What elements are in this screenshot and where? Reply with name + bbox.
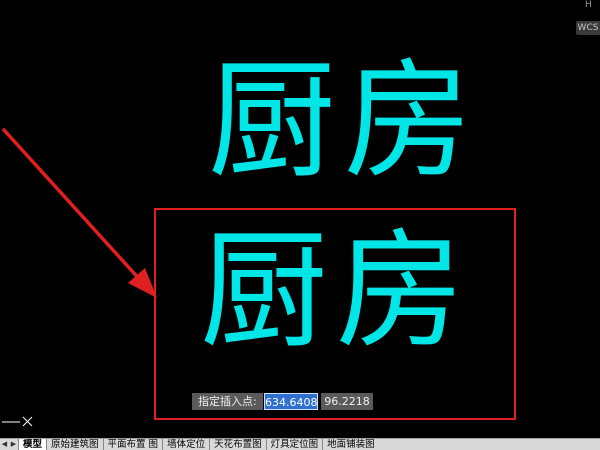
tab-lighting-positioning[interactable]: 灯具定位图 bbox=[265, 439, 323, 450]
tab-scroll-right-icon[interactable]: ▶ bbox=[9, 439, 18, 450]
tab-original-building[interactable]: 原始建筑图 bbox=[46, 439, 103, 450]
drawing-canvas[interactable]: H WCS 厨房 厨房 指定插入点: 634.6408 96.2218 bbox=[0, 0, 600, 438]
layout-tab-bar: ◀ ▶ 模型 原始建筑图 平面布置 图 墙体定位 天花布置图 灯具定位图 地面铺… bbox=[0, 438, 600, 450]
tab-ceiling-plan[interactable]: 天花布置图 bbox=[209, 439, 266, 450]
tab-model[interactable]: 模型 bbox=[18, 439, 47, 450]
dynamic-input-prompt: 指定插入点: bbox=[192, 393, 263, 410]
tab-floor-plan[interactable]: 平面布置 图 bbox=[102, 439, 163, 450]
dynamic-input-y-field[interactable]: 96.2218 bbox=[321, 393, 373, 410]
tab-wall-positioning[interactable]: 墙体定位 bbox=[162, 439, 209, 450]
annotation-arrow-icon bbox=[2, 128, 157, 298]
tab-scroll-left-icon[interactable]: ◀ bbox=[0, 439, 9, 450]
ucs-axis-icon bbox=[2, 416, 33, 427]
tab-floor-paving[interactable]: 地面铺装图 bbox=[322, 439, 379, 450]
dynamic-input-x-field[interactable]: 634.6408 bbox=[264, 393, 318, 410]
